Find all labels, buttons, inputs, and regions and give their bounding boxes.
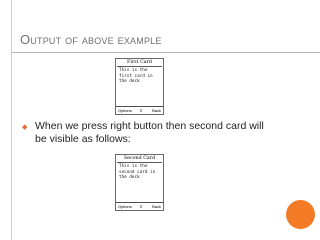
scroll-indicator-icon: ⇕ [139, 204, 143, 209]
card-title-divider [117, 66, 162, 67]
back-softkey[interactable]: Back [152, 107, 161, 114]
options-softkey[interactable]: Options [118, 203, 132, 210]
softkey-bar: Options ⇕ Back [116, 202, 163, 210]
decorative-orange-circle [286, 200, 315, 229]
page-title: Output of above example [20, 32, 162, 47]
card-body: This is the first card in the deck [119, 68, 153, 85]
card-body: This is the second card in the deck [119, 164, 156, 181]
bullet-icon: ◆ [22, 124, 28, 131]
card-title-divider [117, 162, 162, 163]
options-softkey[interactable]: Options [118, 107, 132, 114]
scroll-indicator-icon: ⇕ [139, 108, 143, 113]
phone-screen-second-card: Second Card This is the second card in t… [115, 154, 164, 211]
left-accent-rule [11, 0, 12, 240]
title-divider [12, 52, 320, 53]
phone-screen-first-card: First Card This is the first card in the… [115, 58, 164, 115]
back-softkey[interactable]: Back [152, 203, 161, 210]
bullet-text: When we press right button then second c… [35, 120, 264, 145]
softkey-bar: Options ⇕ Back [116, 106, 163, 114]
